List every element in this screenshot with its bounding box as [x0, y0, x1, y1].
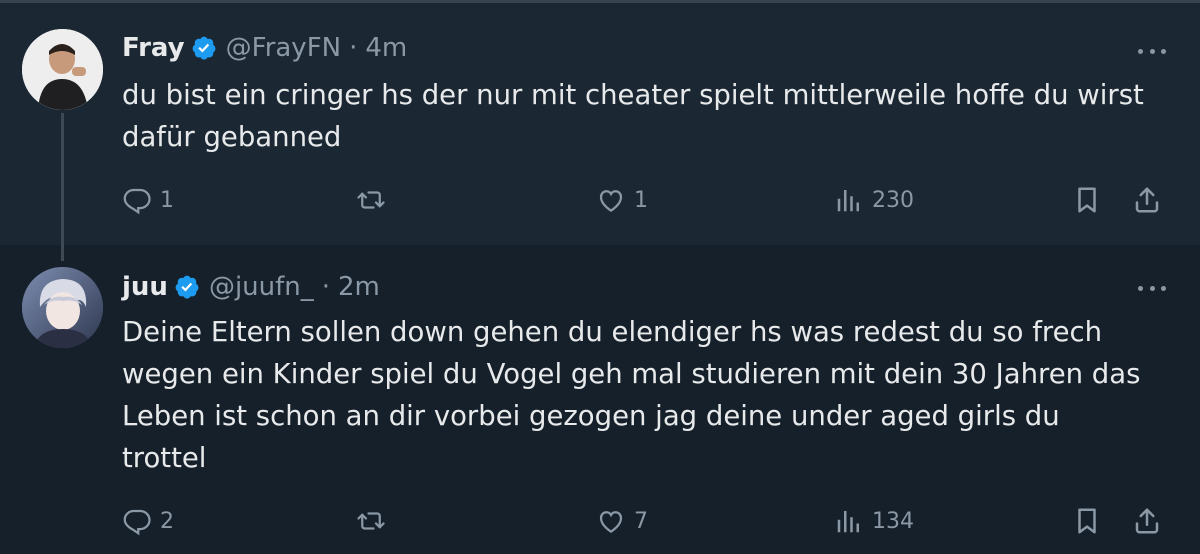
avatar[interactable]	[22, 267, 103, 348]
views-count: 230	[872, 187, 914, 213]
thread-connector-line	[61, 113, 64, 261]
retweet-button[interactable]	[356, 180, 394, 220]
verified-badge-icon	[191, 35, 217, 61]
bookmark-button[interactable]	[1072, 180, 1102, 220]
share-icon	[1135, 508, 1159, 534]
tweet-text: du bist ein cringer hs der nur mit cheat…	[122, 79, 1144, 153]
reply-count: 2	[160, 508, 174, 534]
verified-badge-icon	[174, 274, 200, 300]
reply-icon	[123, 188, 151, 215]
separator: ·	[349, 33, 358, 63]
reply-button[interactable]: 1	[122, 180, 174, 220]
handle[interactable]: @juufn_	[209, 272, 314, 302]
more-horizontal-icon[interactable]	[1134, 36, 1170, 66]
action-bar: 1 1 230	[122, 180, 1182, 220]
like-count: 7	[634, 508, 648, 534]
like-button[interactable]: 7	[596, 501, 648, 541]
heart-icon	[599, 511, 623, 533]
tweet[interactable]: Fray @FrayFN · 4m du bist ein cringer hs…	[0, 3, 1200, 245]
views-chart-icon	[837, 511, 859, 533]
timestamp[interactable]: 4m	[365, 33, 407, 63]
like-button[interactable]: 1	[596, 180, 648, 220]
retweet-button[interactable]	[356, 501, 394, 541]
avatar[interactable]	[22, 29, 103, 110]
share-icon	[1135, 187, 1159, 213]
heart-icon	[599, 190, 623, 212]
action-bar: 2 7 134	[122, 501, 1182, 541]
handle[interactable]: @FrayFN	[226, 33, 341, 63]
views-chart-icon	[837, 190, 859, 212]
views-count: 134	[872, 508, 914, 534]
tweet-header: juu @juufn_ · 2m	[122, 267, 380, 307]
bookmark-icon	[1078, 187, 1096, 213]
retweet-icon	[357, 512, 385, 530]
views-button[interactable]: 134	[834, 501, 914, 541]
bookmark-icon	[1078, 508, 1096, 534]
reply-count: 1	[160, 187, 174, 213]
tweet[interactable]: juu @juufn_ · 2m Deine Eltern sollen dow…	[0, 245, 1200, 554]
tweet-text: Deine Eltern sollen down gehen du elendi…	[122, 316, 1141, 474]
timestamp[interactable]: 2m	[338, 272, 380, 302]
separator: ·	[321, 272, 331, 302]
reply-button[interactable]: 2	[122, 501, 174, 541]
retweet-icon	[357, 191, 385, 209]
share-button[interactable]	[1132, 501, 1162, 541]
display-name[interactable]: Fray	[122, 33, 185, 63]
like-count: 1	[634, 187, 648, 213]
reply-icon	[123, 509, 151, 536]
tweet-header: Fray @FrayFN · 4m	[122, 28, 407, 68]
bookmark-button[interactable]	[1072, 501, 1102, 541]
more-horizontal-icon[interactable]	[1134, 273, 1170, 303]
display-name[interactable]: juu	[122, 272, 168, 302]
share-button[interactable]	[1132, 180, 1162, 220]
views-button[interactable]: 230	[834, 180, 914, 220]
